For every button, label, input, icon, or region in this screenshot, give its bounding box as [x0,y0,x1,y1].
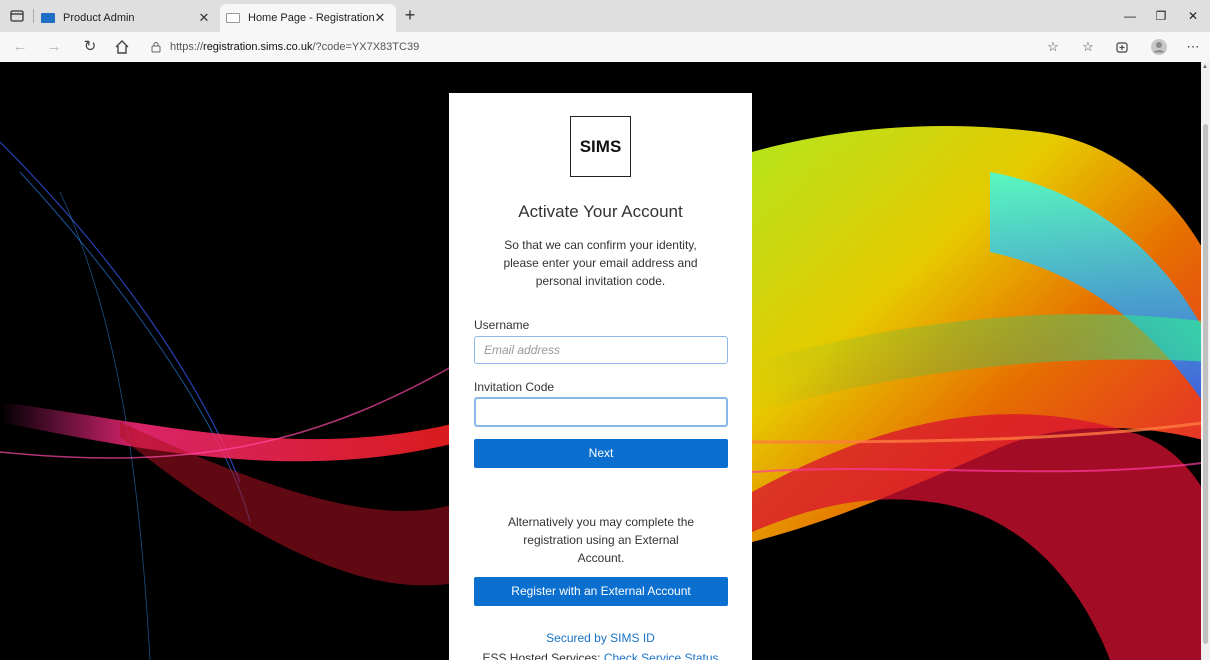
close-tab-icon[interactable]: ✕ [196,10,212,26]
check-service-status-link[interactable]: Check Service Status [604,651,719,660]
tab-title: Product Admin [63,12,135,24]
tab-strip: Product Admin ✕ Home Page - Registration… [0,0,1210,32]
page-scrollbar[interactable]: ▲ [1201,62,1210,660]
url-path: /?code=YX7X83TC39 [312,41,420,53]
more-options-icon[interactable]: ⋯ [1183,37,1203,57]
registration-card: SIMS Activate Your Account So that we ca… [449,93,752,660]
tab-actions-icon[interactable] [8,7,26,25]
restore-icon[interactable]: ❐ [1151,7,1171,25]
invitation-code-label: Invitation Code [474,380,555,394]
new-tab-button[interactable]: + [400,6,420,26]
ess-hosted-services: ESS Hosted Services: Check Service Statu… [449,651,752,660]
scroll-up-icon[interactable]: ▲ [1202,64,1208,70]
forward-icon[interactable]: → [44,37,64,57]
tab-product-admin[interactable]: Product Admin ✕ [34,4,220,32]
home-icon[interactable] [112,37,132,57]
alternative-text: Alternatively you may complete the regis… [507,515,695,565]
username-label: Username [474,318,530,332]
intro-text: So that we can confirm your identity, pl… [503,238,698,288]
sims-favicon-icon [226,13,240,23]
username-input[interactable] [474,336,728,364]
browser-toolbar: ← → ↻ https://registration.sims.co.uk/?c… [0,32,1210,62]
url-host: registration.sims.co.uk [203,41,313,53]
tab-home-page-registration[interactable]: Home Page - Registration ✕ [220,4,396,32]
ess-label: ESS Hosted Services: [482,651,604,660]
scrollbar-thumb[interactable] [1203,124,1208,644]
refresh-icon[interactable]: ↻ [80,37,100,57]
back-icon[interactable]: ← [10,37,30,57]
next-button[interactable]: Next [474,439,728,468]
minimize-icon[interactable]: — [1120,7,1140,25]
address-bar[interactable]: https://registration.sims.co.uk/?code=YX… [150,39,419,55]
collections-icon[interactable] [1112,37,1132,57]
add-favorite-icon[interactable]: ☆ [1043,37,1063,57]
close-window-icon[interactable]: ✕ [1183,7,1203,25]
close-tab-icon[interactable]: ✕ [372,10,388,26]
register-external-account-button[interactable]: Register with an External Account [474,577,728,606]
sims-logo: SIMS [570,116,631,177]
tab-title: Home Page - Registration [248,12,375,24]
profile-avatar-icon[interactable] [1149,37,1169,57]
secured-by-link[interactable]: Secured by SIMS ID [449,631,752,645]
sims-favicon-icon [41,13,55,23]
page-title: Activate Your Account [518,202,683,221]
page-viewport: ▲ SIMS Activate Your Account So that we … [0,62,1210,660]
invitation-code-input[interactable] [474,397,728,427]
url-scheme: https:// [170,41,204,53]
lock-icon [151,42,161,53]
favorites-icon[interactable]: ☆ [1078,37,1098,57]
